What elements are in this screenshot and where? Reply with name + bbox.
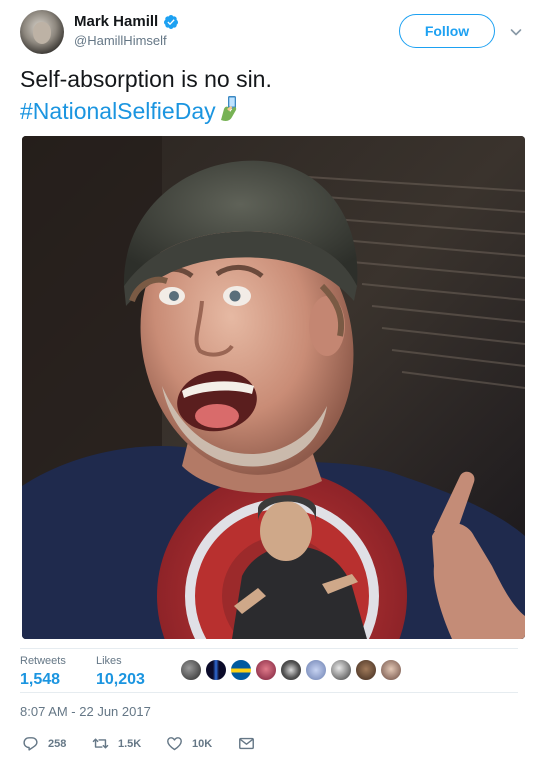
author-display-name[interactable]: Mark Hamill: [74, 13, 158, 30]
chevron-down-icon[interactable]: [508, 24, 524, 40]
author-handle[interactable]: @HamillHimself: [74, 33, 167, 48]
author-name-row[interactable]: Mark Hamill: [74, 13, 179, 30]
liker-avatar[interactable]: [180, 659, 202, 681]
liker-avatar[interactable]: [305, 659, 327, 681]
likes-value[interactable]: 10,203: [96, 671, 145, 689]
avatar-face: [33, 22, 51, 44]
liker-avatar[interactable]: [205, 659, 227, 681]
verified-badge-icon: [164, 14, 179, 29]
retweet-count: 1.5K: [118, 737, 142, 750]
divider-top: [20, 648, 518, 649]
tweet-photo[interactable]: [22, 136, 525, 639]
tweet-text-line-2: #NationalSelfieDay: [20, 95, 520, 127]
liker-avatar[interactable]: [255, 659, 277, 681]
reply-action[interactable]: 258: [22, 735, 66, 752]
retweet-icon: [92, 738, 109, 749]
liker-avatar[interactable]: [330, 659, 352, 681]
retweets-stat[interactable]: Retweets 1,548: [20, 655, 66, 689]
follow-button[interactable]: Follow: [399, 14, 495, 48]
retweet-action[interactable]: 1.5K: [92, 735, 141, 752]
envelope-icon: [239, 737, 254, 750]
liker-avatar[interactable]: [280, 659, 302, 681]
liker-avatar[interactable]: [355, 659, 377, 681]
direct-message-action[interactable]: [238, 735, 255, 752]
tweet-text: Self-absorption is no sin. #NationalSelf…: [20, 64, 520, 127]
liker-avatar[interactable]: [230, 659, 252, 681]
retweets-value[interactable]: 1,548: [20, 671, 66, 689]
like-action[interactable]: 10K: [166, 735, 212, 752]
like-count: 10K: [192, 737, 213, 750]
tweet-actions: 258 1.5K 10K: [22, 735, 502, 753]
tweet-text-line: Self-absorption is no sin.: [20, 66, 272, 92]
reply-count: 258: [48, 737, 67, 750]
heart-icon: [167, 737, 182, 751]
selfie-photo-image: [22, 136, 525, 639]
hashtag-link[interactable]: #NationalSelfieDay: [20, 98, 216, 124]
likes-label: Likes: [96, 655, 122, 667]
author-avatar[interactable]: [20, 10, 64, 54]
likes-stat[interactable]: Likes 10,203: [96, 655, 145, 689]
reply-icon: [23, 737, 38, 751]
likers-avatar-list: [180, 659, 405, 681]
selfie-emoji-icon: [220, 96, 236, 121]
tweet-timestamp[interactable]: 8:07 AM - 22 Jun 2017: [20, 704, 151, 719]
divider-middle: [20, 692, 518, 693]
liker-avatar[interactable]: [380, 659, 402, 681]
retweets-label: Retweets: [20, 655, 66, 667]
tweet-card: Mark Hamill @HamillHimself Follow Self-a…: [0, 0, 538, 761]
